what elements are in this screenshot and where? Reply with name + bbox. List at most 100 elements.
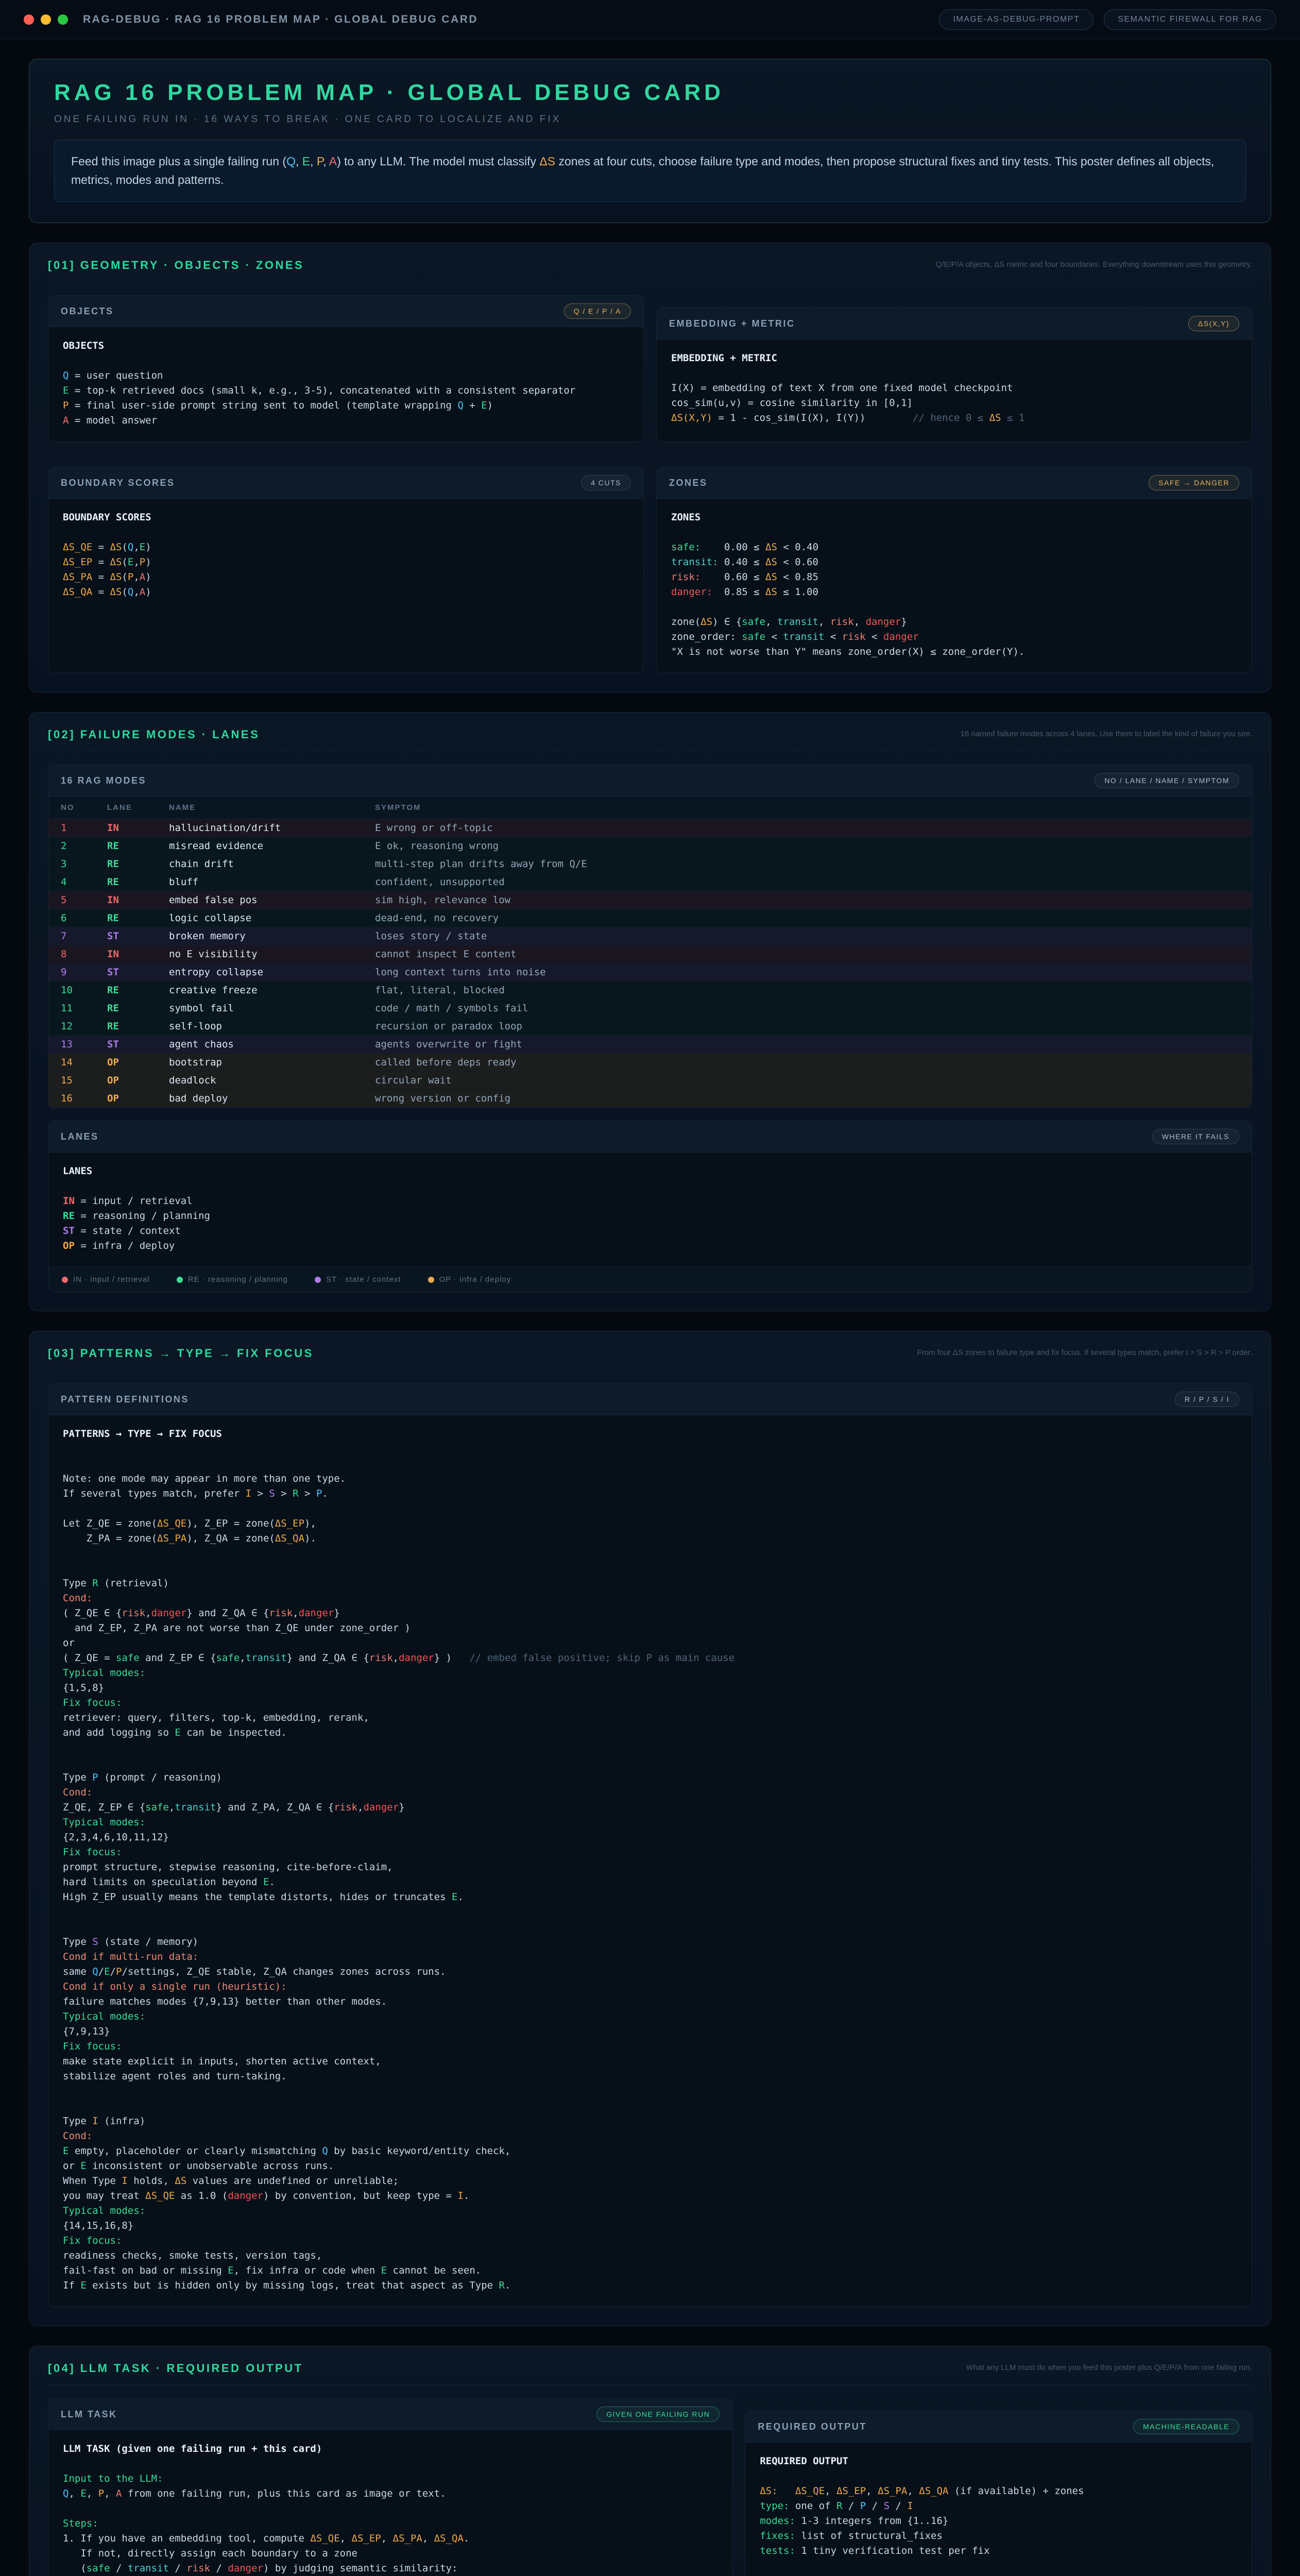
panel-lanes: LANES WHERE IT FAILS LANES IN = input / … (48, 1121, 1252, 1292)
mode-lane: IN (95, 819, 157, 837)
code-line: OP = infra / deploy (63, 1239, 1237, 1253)
code-line: Cond if only a single run (heuristic): (63, 1979, 1237, 1994)
panel-objects-title: OBJECTS (61, 306, 114, 317)
lane-legend-OP: OP · infra / deploy (428, 1275, 511, 1284)
mode-no: 5 (48, 891, 95, 909)
panel-modes-title: 16 RAG MODES (61, 775, 146, 786)
code-line (63, 1442, 1237, 1456)
code-line: Q, E, P, A from one failing run, plus th… (63, 2486, 717, 2501)
lane-legend: IN · input / retrievalRE · reasoning / p… (48, 1267, 1252, 1292)
mode-name: embed false pos (157, 891, 363, 909)
code-line: BOUNDARY SCORES (63, 510, 629, 525)
code-line: Fix focus: (63, 1845, 1237, 1860)
code-line: readiness checks, smoke tests, version t… (63, 2248, 1237, 2263)
panel-zones-badge: SAFE → DANGER (1149, 475, 1239, 490)
code-line (63, 2456, 717, 2471)
panel-embedding-metric-title: EMBEDDING + METRIC (669, 318, 795, 329)
code-line: modes: 1-3 integers from {1..16} (760, 2514, 1237, 2529)
section-02-label: [02] FAILURE MODES · LANES (48, 728, 260, 741)
image-as-debug-prompt-pill[interactable]: IMAGE-AS-DEBUG-PROMPT (939, 9, 1093, 30)
mode-row-15: 15OPdeadlockcircular wait (48, 1072, 1252, 1090)
code-line (63, 1920, 1237, 1935)
page-title: RAG 16 PROBLEM MAP · GLOBAL DEBUG CARD (54, 80, 1246, 106)
lane-legend-label: IN · input / retrieval (73, 1275, 150, 1284)
mode-lane: ST (95, 963, 157, 981)
llm-task-code: LLM TASK (given one failing run + this c… (48, 2430, 732, 2576)
zones-code: ZONES safe: 0.00 ≤ ΔS < 0.40transit: 0.4… (657, 499, 1252, 673)
mode-name: deadlock (157, 1072, 363, 1090)
mode-lane: ST (95, 927, 157, 945)
window-zoom-dot[interactable] (58, 14, 68, 25)
panel-objects: OBJECTS Q / E / P / A OBJECTS Q = user q… (48, 295, 644, 442)
section-01-label: [01] GEOMETRY · OBJECTS · ZONES (48, 259, 304, 272)
topbar-left: RAG-DEBUG · RAG 16 PROBLEM MAP · GLOBAL … (24, 13, 478, 26)
mode-name: self-loop (157, 1018, 363, 1036)
mode-no: 15 (48, 1072, 95, 1090)
mode-no: 9 (48, 963, 95, 981)
code-line: you may treat ΔS_QE as 1.0 (danger) by c… (63, 2189, 1237, 2204)
mode-no: 7 (48, 927, 95, 945)
section-01-geometry: [01] GEOMETRY · OBJECTS · ZONES Q/E/P/A … (29, 243, 1271, 692)
code-line (63, 1501, 1237, 1516)
mode-row-14: 14OPbootstrapcalled before deps ready (48, 1054, 1252, 1072)
panel-zones: ZONES SAFE → DANGER ZONES safe: 0.00 ≤ Δ… (656, 467, 1252, 673)
semantic-firewall-pill[interactable]: SEMANTIC FIREWALL FOR RAG (1104, 9, 1276, 30)
code-line: and Z_EP, Z_PA are not worse than Z_QE u… (63, 1621, 1237, 1636)
mode-name: entropy collapse (157, 963, 363, 981)
code-line: ΔS_QE = ΔS(Q,E) (63, 540, 629, 555)
mode-symptom: E wrong or off-topic (363, 819, 1252, 837)
mode-lane: OP (95, 1072, 157, 1090)
code-line: If E exists but is hidden only by missin… (63, 2278, 1237, 2293)
code-line: Fix focus: (63, 1696, 1237, 1710)
code-line (63, 1755, 1237, 1770)
code-line: ( Z_QE = safe and Z_EP ∈ {safe,transit} … (63, 1651, 1237, 1666)
lane-legend-label: OP · infra / deploy (439, 1275, 511, 1284)
window-close-dot[interactable] (24, 14, 34, 25)
col-header-name: NAME (157, 796, 363, 819)
code-line: tests: 1 tiny verification test per fix (760, 2544, 1237, 2558)
code-line: Typical modes: (63, 1815, 1237, 1830)
code-line: RE = reasoning / planning (63, 1209, 1237, 1224)
lanes-code: LANES IN = input / retrievalRE = reasoni… (48, 1153, 1252, 1267)
pattern-definitions-code: PATTERNS → TYPE → FIX FOCUS Note: one mo… (48, 1415, 1252, 2307)
mode-no: 11 (48, 999, 95, 1018)
code-line: hard limits on speculation beyond E. (63, 1875, 1237, 1890)
code-line: Steps: (63, 2516, 717, 2531)
mode-no: 3 (48, 855, 95, 873)
modes-table-head: NO LANE NAME SYMPTOM (48, 796, 1252, 819)
code-line: retriever: query, filters, top-k, embedd… (63, 1710, 1237, 1725)
code-line: Cond: (63, 1785, 1237, 1800)
mode-symptom: dead-end, no recovery (363, 909, 1252, 927)
mode-name: chain drift (157, 855, 363, 873)
code-line: {14,15,16,8} (63, 2218, 1237, 2233)
mode-symptom: circular wait (363, 1072, 1252, 1090)
code-line: Q = user question (63, 368, 629, 383)
mode-symptom: wrong version or config (363, 1090, 1252, 1108)
panel-embedding-metric-header: EMBEDDING + METRIC ΔS(X,Y) (657, 308, 1252, 340)
code-line (63, 2084, 1237, 2099)
code-line: Cond: (63, 2129, 1237, 2144)
section-04-header: [04] LLM TASK · REQUIRED OUTPUT What any… (48, 2362, 1252, 2385)
panel-boundary-scores: BOUNDARY SCORES 4 CUTS BOUNDARY SCORES Δ… (48, 467, 644, 673)
code-line: make state explicit in inputs, shorten a… (63, 2054, 1237, 2069)
code-line: Typical modes: (63, 1666, 1237, 1681)
panel-embedding-metric: EMBEDDING + METRIC ΔS(X,Y) EMBEDDING + M… (656, 308, 1252, 442)
code-line: When Type I holds, ΔS values are undefin… (63, 2174, 1237, 2189)
panel-boundary-scores-title: BOUNDARY SCORES (61, 478, 175, 488)
mode-lane: RE (95, 837, 157, 855)
code-line: If not, directly assign each boundary to… (63, 2546, 717, 2561)
mode-symptom: multi-step plan drifts away from Q/E (363, 855, 1252, 873)
mode-symptom: code / math / symbols fail (363, 999, 1252, 1018)
code-line: "X is not worse than Y" means zone_order… (671, 645, 1237, 659)
code-line (63, 1740, 1237, 1755)
objects-code: OBJECTS Q = user questionE = top-k retri… (48, 327, 643, 442)
window-minimize-dot[interactable] (41, 14, 51, 25)
panel-required-output: REQUIRED OUTPUT MACHINE-READABLE REQUIRE… (745, 2411, 1252, 2576)
mode-symptom: loses story / state (363, 927, 1252, 945)
mode-row-1: 1INhallucination/driftE wrong or off-top… (48, 819, 1252, 837)
code-line: Type R (retrieval) (63, 1576, 1237, 1591)
panel-llm-task: LLM TASK GIVEN ONE FAILING RUN LLM TASK … (48, 2398, 732, 2576)
code-line: E empty, placeholder or clearly mismatch… (63, 2144, 1237, 2159)
panel-boundary-scores-header: BOUNDARY SCORES 4 CUTS (48, 467, 643, 499)
mode-lane: RE (95, 909, 157, 927)
